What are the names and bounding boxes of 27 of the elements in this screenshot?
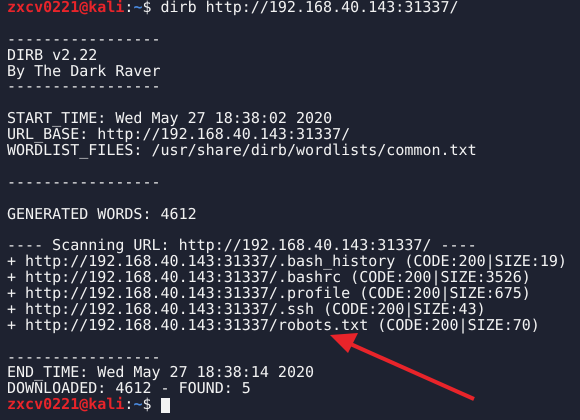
output-line: START_TIME: Wed May 27 18:38:02 2020	[7, 111, 332, 128]
output-line: -----------------	[7, 174, 161, 191]
output-line: + http://192.168.40.143:31337/.profile (CODE:200|SIZE:675)	[7, 286, 531, 302]
output-line: DOWNLOADED: 4612 - FOUND: 5	[7, 381, 251, 398]
prompt-directory: ~	[133, 397, 142, 414]
prompt-symbol: $	[142, 0, 152, 16]
output-line: + http://192.168.40.143:31337/.bash_history (CODE:200|SIZE:19)	[7, 254, 567, 270]
output-line: GENERATED WORDS: 4612	[7, 206, 197, 222]
output-line: ---- Scanning URL: http://192.168.40.143:31337/ ----	[7, 238, 477, 254]
output-line: By The Dark Raver	[7, 64, 161, 80]
output-line: + http://192.168.40.143:31337/robots.txt (CODE:200|SIZE:70)	[7, 318, 540, 334]
output-line: + http://192.168.40.143:31337/.ssh (CODE:200|SIZE:43)	[7, 302, 486, 318]
prompt-symbol: $	[142, 397, 152, 414]
output-line: -----------------	[7, 79, 161, 96]
prompt-directory: ~	[133, 0, 142, 16]
output-line: WORDLIST_FILES: /usr/share/dirb/wordlists/common.txt	[7, 143, 477, 159]
output-line: -----------------	[7, 32, 161, 48]
prompt-user-host: zxcv0221@kali	[7, 0, 124, 16]
prompt-separator: :	[124, 397, 134, 414]
output-line: -----------------	[7, 350, 161, 366]
output-line: END_TIME: Wed May 27 18:38:14 2020	[7, 365, 314, 382]
prompt-separator: :	[124, 0, 134, 16]
output-line: + http://192.168.40.143:31337/.bashrc (CODE:200|SIZE:3526)	[7, 270, 531, 286]
output-line: DIRB v2.22	[7, 48, 98, 64]
prompt-user-host: zxcv0221@kali	[7, 397, 124, 414]
output-line: URL_BASE: http://192.168.40.143:31337/	[7, 127, 350, 144]
command-text: dirb http://192.168.40.143:31337/	[160, 0, 459, 16]
